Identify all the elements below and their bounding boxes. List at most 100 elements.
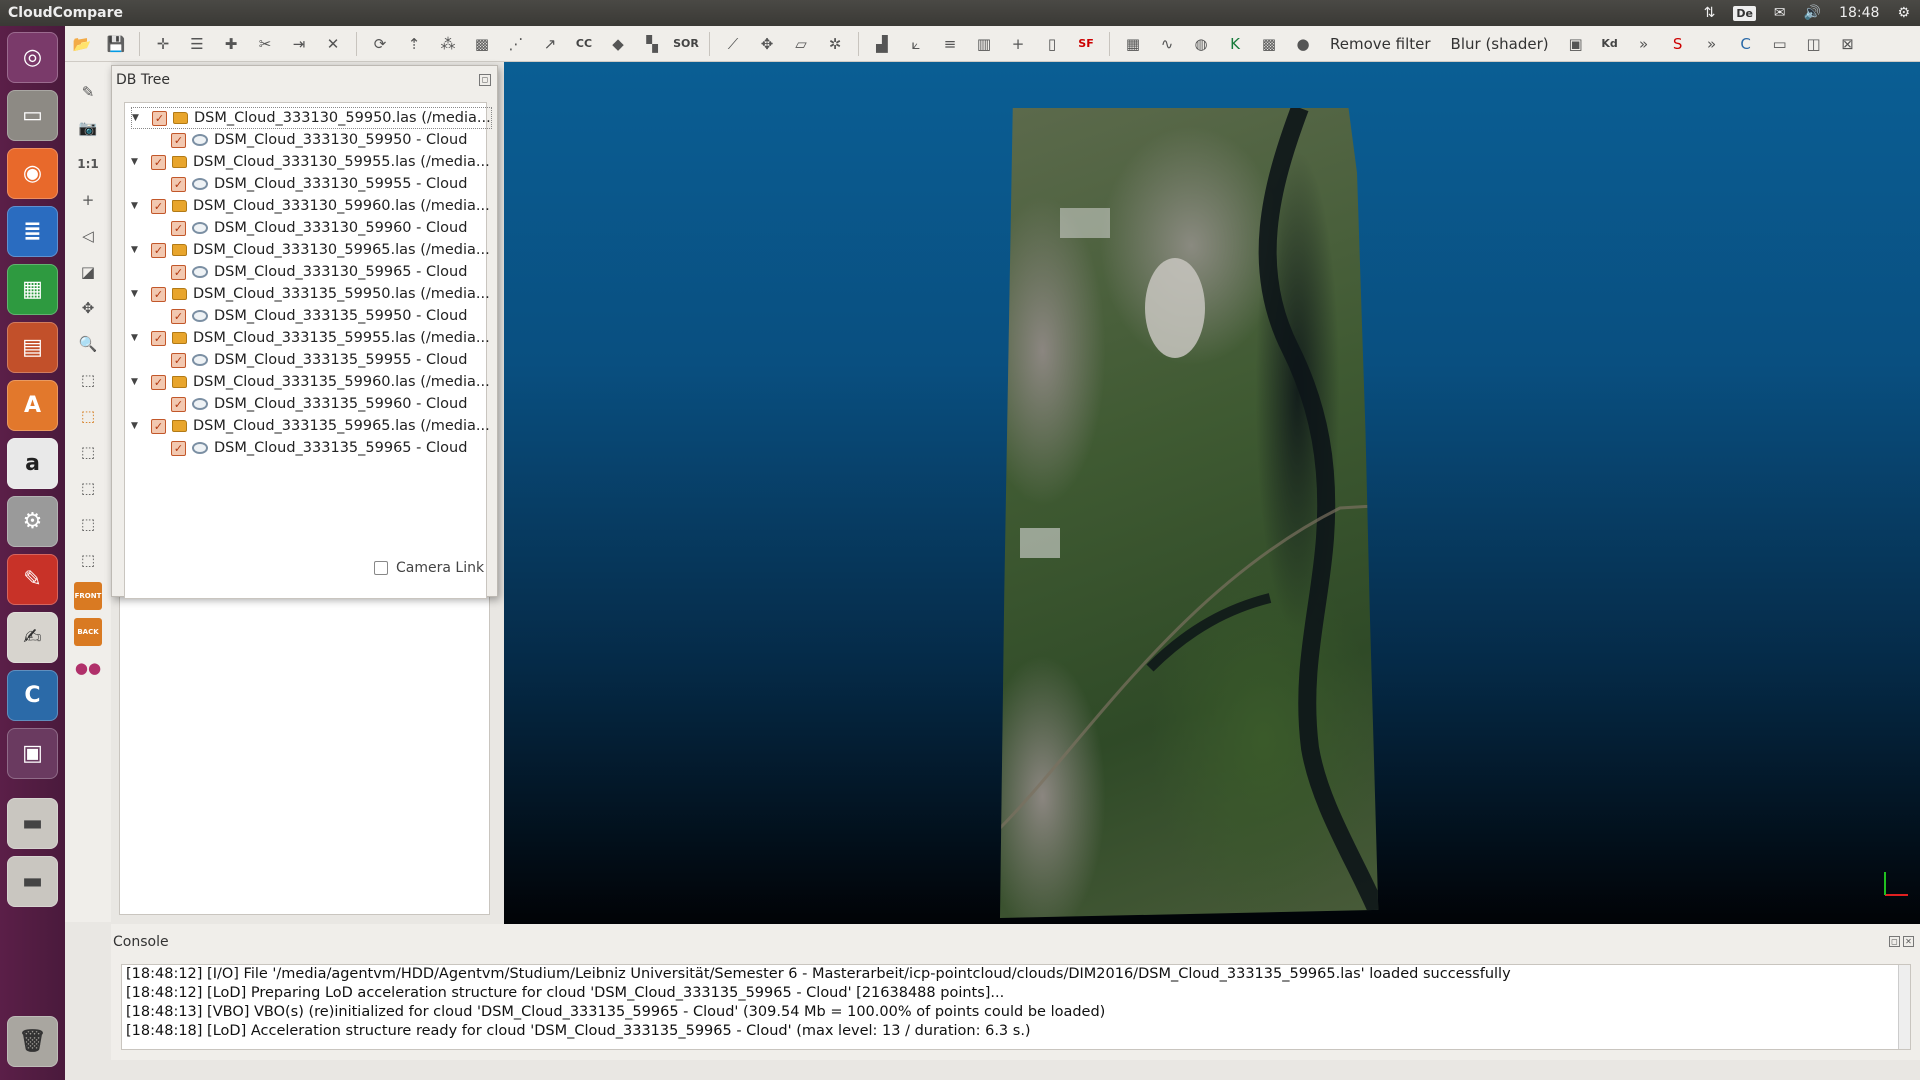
- subsample-icon[interactable]: ⁂: [434, 30, 462, 58]
- back-iso-button[interactable]: BACK: [74, 618, 102, 646]
- tree-item-cloud[interactable]: ✓ DSM_Cloud_333135_59955 - Cloud: [171, 349, 467, 371]
- kd-tree-button[interactable]: Kd: [1596, 30, 1624, 58]
- drive-icon[interactable]: ▬: [7, 798, 58, 849]
- delete-icon[interactable]: ✕: [319, 30, 347, 58]
- volume-icon[interactable]: 🔊: [1804, 5, 1821, 21]
- workspace-switcher-icon[interactable]: ▣: [7, 728, 58, 779]
- camera-link-checkbox[interactable]: Camera Link: [374, 560, 484, 576]
- front-iso-button[interactable]: FRONT: [74, 582, 102, 610]
- network-icon[interactable]: ⇅: [1704, 5, 1716, 21]
- k-plugin-icon[interactable]: K: [1221, 30, 1249, 58]
- point-picking-icon[interactable]: ✛: [149, 30, 177, 58]
- translate-rotate-icon[interactable]: ⇥: [285, 30, 313, 58]
- visibility-checkbox[interactable]: ✓: [171, 352, 186, 368]
- drive-icon-2[interactable]: ▬: [7, 856, 58, 907]
- text-editor-icon[interactable]: ✍: [7, 612, 58, 663]
- point-pair-icon[interactable]: ✚: [217, 30, 245, 58]
- checkerboard-icon[interactable]: ▚: [638, 30, 666, 58]
- grid-plugin-icon[interactable]: ▩: [1255, 30, 1283, 58]
- minimize-window-icon[interactable]: ▭: [1766, 30, 1794, 58]
- calc-icon[interactable]: ▦: [7, 264, 58, 315]
- point-list-icon[interactable]: ☰: [183, 30, 211, 58]
- sphere-icon[interactable]: ●: [1289, 30, 1317, 58]
- expand-arrow-icon[interactable]: ▼: [131, 157, 145, 167]
- normals-icon[interactable]: ⟳: [366, 30, 394, 58]
- front-view-icon[interactable]: ⬚: [74, 402, 102, 430]
- visibility-checkbox[interactable]: ✓: [151, 330, 166, 346]
- trash-icon[interactable]: 🗑: [7, 1016, 58, 1067]
- expand-arrow-icon[interactable]: ▼: [131, 201, 145, 211]
- visibility-checkbox[interactable]: ✓: [171, 176, 186, 192]
- back-view-icon[interactable]: ⬚: [74, 546, 102, 574]
- firefox-icon[interactable]: ◉: [7, 148, 58, 199]
- pencil-icon[interactable]: ✎: [74, 78, 102, 106]
- settings-gear-icon[interactable]: ⚙: [1897, 5, 1910, 21]
- stereo-icon[interactable]: ●●: [74, 654, 102, 682]
- visibility-checkbox[interactable]: ✓: [151, 198, 166, 214]
- visibility-checkbox[interactable]: ✓: [151, 154, 166, 170]
- close-window-icon[interactable]: ⊠: [1834, 30, 1862, 58]
- plane-fit-icon[interactable]: ▱: [787, 30, 815, 58]
- console-scrollbar[interactable]: [1898, 965, 1910, 1049]
- expand-arrow-icon[interactable]: ▼: [131, 377, 145, 387]
- animation-icon[interactable]: ∿: [1153, 30, 1181, 58]
- left-view-icon[interactable]: ⬚: [74, 438, 102, 466]
- camera-icon[interactable]: 📷: [74, 114, 102, 142]
- keyboard-layout-indicator[interactable]: De: [1733, 5, 1756, 21]
- expand-arrow-icon[interactable]: ▼: [131, 289, 145, 299]
- ubuntu-dash-icon[interactable]: ◎: [7, 32, 58, 83]
- tree-item-cloud[interactable]: ✓ DSM_Cloud_333130_59965 - Cloud: [171, 261, 467, 283]
- tree-item-las-file[interactable]: ▼ ✓ DSM_Cloud_333135_59950.las (/media...: [131, 283, 490, 305]
- cloudcompare-menu-icon[interactable]: C: [1732, 30, 1760, 58]
- histogram-icon[interactable]: ▟: [868, 30, 896, 58]
- zoom-1to1-button[interactable]: 1:1: [74, 150, 102, 178]
- cloudcompare-icon[interactable]: C: [7, 670, 58, 721]
- tree-item-las-file[interactable]: ▼ ✓ DSM_Cloud_333135_59955.las (/media...: [131, 327, 490, 349]
- clock[interactable]: 18:48: [1839, 5, 1879, 21]
- files-icon[interactable]: ▭: [7, 90, 58, 141]
- visibility-checkbox[interactable]: ✓: [171, 308, 186, 324]
- console-log[interactable]: [18:48:12] [I/O] File '/media/agentvm/HD…: [121, 964, 1911, 1050]
- pick-rotation-center-icon[interactable]: ⟋: [719, 30, 747, 58]
- visibility-checkbox[interactable]: ✓: [152, 110, 167, 126]
- toolbar-overflow-button-2[interactable]: »: [1698, 30, 1726, 58]
- ellipse-icon[interactable]: ◍: [1187, 30, 1215, 58]
- tree-item-las-file[interactable]: ▼ ✓ DSM_Cloud_333130_59965.las (/media...: [131, 239, 490, 261]
- add-sf-icon[interactable]: +: [1004, 30, 1032, 58]
- visibility-checkbox[interactable]: ✓: [151, 242, 166, 258]
- sor-filter-button[interactable]: SOR: [672, 30, 700, 58]
- tree-item-cloud[interactable]: ✓ DSM_Cloud_333130_59960 - Cloud: [171, 217, 467, 239]
- sf-arithmetic-icon[interactable]: ▯: [1038, 30, 1066, 58]
- pivot-icon[interactable]: +: [74, 186, 102, 214]
- writer-icon[interactable]: ≣: [7, 206, 58, 257]
- pdf-viewer-icon[interactable]: ✎: [7, 554, 58, 605]
- tree-item-las-file[interactable]: ▼ ✓ DSM_Cloud_333130_59960.las (/media...: [131, 195, 490, 217]
- blur-shader-button[interactable]: Blur (shader): [1451, 35, 1549, 53]
- software-center-icon[interactable]: A: [7, 380, 58, 431]
- system-settings-icon[interactable]: ⚙: [7, 496, 58, 547]
- right-view-icon[interactable]: ⬚: [74, 474, 102, 502]
- undock-icon[interactable]: ◻: [479, 74, 491, 86]
- amazon-icon[interactable]: a: [7, 438, 58, 489]
- expand-arrow-icon[interactable]: ▼: [131, 333, 145, 343]
- tree-item-cloud[interactable]: ✓ DSM_Cloud_333130_59955 - Cloud: [171, 173, 467, 195]
- registration-icon[interactable]: ↗: [536, 30, 564, 58]
- orient-normals-icon[interactable]: ⇡: [400, 30, 428, 58]
- resample-icon[interactable]: ▩: [468, 30, 496, 58]
- perspective-icon[interactable]: ◁: [74, 222, 102, 250]
- noise-filter-icon[interactable]: ⋰: [502, 30, 530, 58]
- visibility-checkbox[interactable]: ✓: [171, 396, 186, 412]
- tree-item-las-file[interactable]: ▼ ✓ DSM_Cloud_333135_59965.las (/media...: [131, 415, 490, 437]
- expand-arrow-icon[interactable]: ▼: [131, 421, 145, 431]
- visibility-checkbox[interactable]: ✓: [151, 418, 166, 434]
- scalar-field-button[interactable]: SF: [1072, 30, 1100, 58]
- bottom-view-icon[interactable]: ⬚: [74, 510, 102, 538]
- zoom-icon[interactable]: 🔍: [74, 330, 102, 358]
- tree-item-cloud[interactable]: ✓ DSM_Cloud_333135_59965 - Cloud: [171, 437, 467, 459]
- navigation-icon[interactable]: ✥: [74, 294, 102, 322]
- visibility-checkbox[interactable]: ✓: [171, 440, 186, 456]
- checkbox-icon[interactable]: [374, 561, 388, 575]
- tools-icon[interactable]: ✲: [821, 30, 849, 58]
- tree-item-cloud[interactable]: ✓ DSM_Cloud_333135_59950 - Cloud: [171, 305, 467, 327]
- scalar-gradient-icon[interactable]: ≡: [936, 30, 964, 58]
